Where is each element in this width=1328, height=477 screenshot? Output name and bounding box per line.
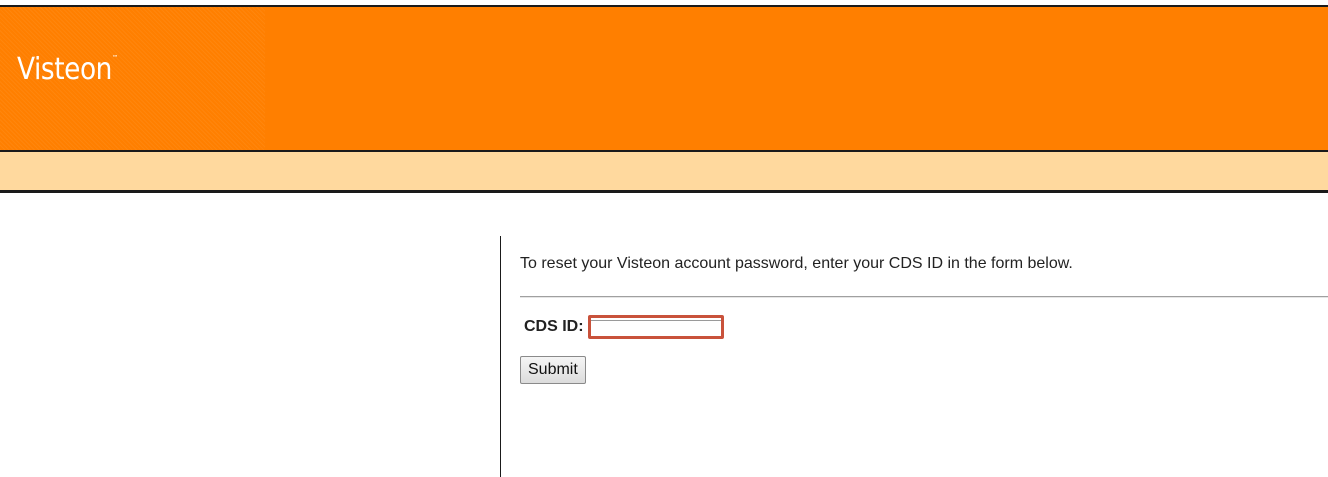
content-divider <box>500 236 501 477</box>
left-panel <box>0 193 500 477</box>
instructions-text: To reset your Visteon account password, … <box>520 255 1073 272</box>
cds-id-input[interactable] <box>587 315 724 339</box>
submit-button[interactable]: Submit <box>520 356 586 384</box>
logo-panel: Visteon™ <box>0 7 265 150</box>
cds-id-label: CDS ID: <box>524 318 584 335</box>
logo-trademark: ™ <box>111 54 118 62</box>
logo-wordmark: Visteon <box>17 52 112 87</box>
subheader-bar <box>0 152 1328 190</box>
site-header: Visteon™ <box>0 7 1328 150</box>
visteon-logo: Visteon™ <box>17 55 118 85</box>
cds-id-row: CDS ID: <box>524 315 724 339</box>
horizontal-rule <box>520 296 1328 298</box>
reset-password-panel: To reset your Visteon account password, … <box>520 254 1328 384</box>
